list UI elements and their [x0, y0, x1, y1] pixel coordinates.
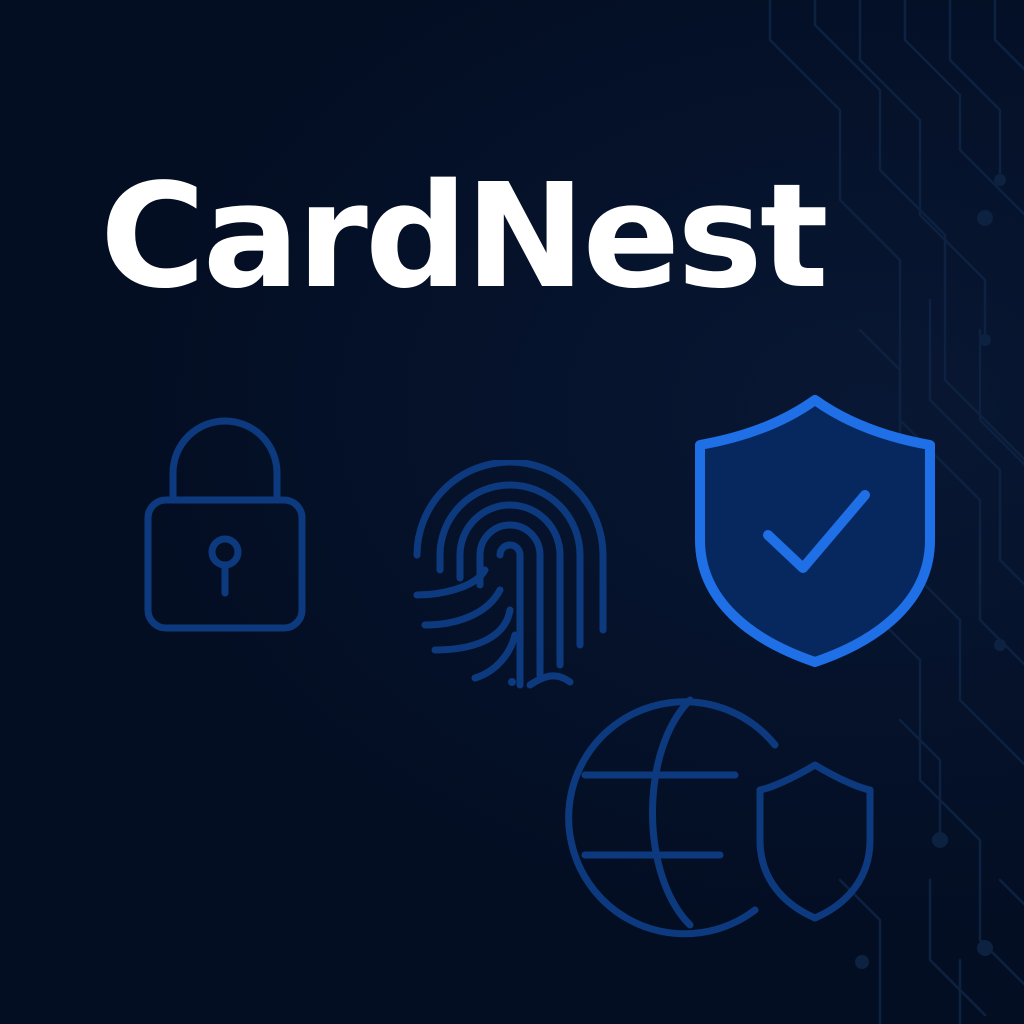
fingerprint-icon	[405, 460, 615, 690]
hero-canvas: CardNest	[0, 0, 1024, 1024]
shield-check-icon	[690, 390, 940, 670]
globe-shield-icon	[565, 690, 885, 940]
brand-title: CardNest	[100, 152, 829, 320]
lock-icon	[140, 415, 310, 635]
